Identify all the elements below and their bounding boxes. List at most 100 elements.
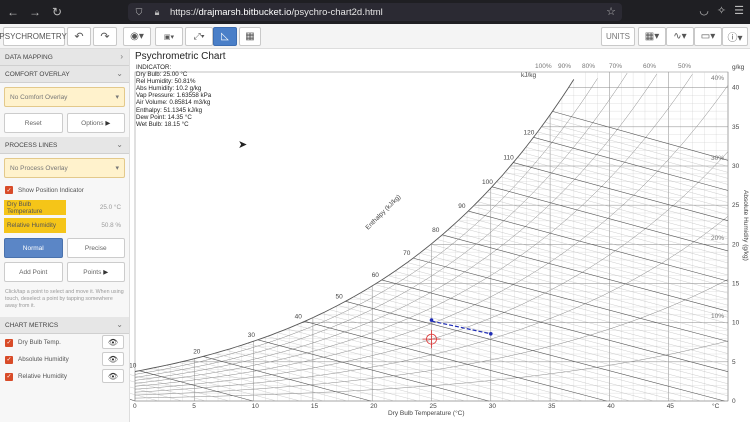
enthalpy-tick-label: 20 (193, 348, 201, 355)
metric-absolute-humidity[interactable]: ✓ Absolute Humidity 👁︎ (0, 351, 129, 368)
chevron-down-icon: ⌄ (116, 140, 123, 149)
x-tick-label: 10 (252, 403, 260, 410)
precise-button[interactable]: Precise (66, 238, 125, 258)
play-icon: ▶ (105, 120, 111, 127)
image-icon[interactable]: ▭▾ (694, 27, 722, 46)
eye-icon[interactable]: 👁︎ (102, 352, 124, 367)
eye-icon[interactable]: 👁︎ (102, 369, 124, 384)
x-unit-label: °C (712, 402, 720, 410)
rh-label: 40% (711, 75, 724, 82)
bookmark-star-icon[interactable]: ☆ (606, 5, 616, 18)
chevron-right-icon: › (120, 52, 123, 61)
x-axis-title: Dry Bulb Temperature (°C) (388, 409, 465, 417)
enthalpy-line (214, 353, 395, 402)
enthalpy-line (424, 248, 729, 330)
arrow-left-icon[interactable]: ← (4, 3, 22, 21)
x-tick-label: 35 (548, 403, 556, 410)
options-button[interactable]: Options ▶ (66, 113, 125, 133)
enthalpy-line (277, 332, 536, 402)
table-icon[interactable]: ▦ (239, 27, 261, 46)
enthalpy-tick-label: 120 (523, 129, 534, 136)
enthalpy-line (329, 309, 678, 402)
enthalpy-line (286, 328, 560, 402)
enthalpy-line (374, 284, 729, 378)
indicator-line: Dew Point: 14.35 °C (136, 113, 192, 121)
enthalpy-tick-label: 110 (503, 155, 514, 162)
address-bar[interactable]: ⛉ 🔒︎ https://drajmarsh.bitbucket.io/psyc… (128, 3, 622, 21)
enthalpy-line (487, 191, 729, 258)
x-tick-label: 5 (192, 403, 196, 410)
comfort-overlay-header[interactable]: COMFORT OVERLAY ⌄ (0, 66, 129, 83)
extensions-icon[interactable]: ✧ (717, 4, 726, 17)
undo-icon[interactable]: ↶ (67, 27, 91, 46)
enthalpy-line (552, 111, 729, 161)
pocket-icon[interactable]: ◡ (699, 4, 709, 17)
add-point-button[interactable]: Add Point (4, 262, 63, 282)
indicator-line: Air Volume: 0.85814 m3/kg (136, 99, 211, 107)
check-icon: ✓ (5, 355, 13, 364)
menu-icon[interactable]: ☰ (734, 4, 744, 17)
show-position-checkbox[interactable]: ✓ Show Position Indicator (0, 182, 129, 198)
grid-icon[interactable]: ▦▾ (638, 27, 666, 46)
x-tick-label: 15 (311, 403, 319, 410)
enthalpy-line (482, 196, 729, 264)
export-icon[interactable]: ▣▾ (155, 27, 183, 46)
enthalpy-line (496, 182, 729, 246)
eye-icon[interactable]: 👁︎ (102, 335, 124, 350)
chevron-down-icon: ▾ (115, 94, 119, 101)
y-unit-label: g/kg (732, 64, 745, 71)
chart-title: Psychrometric Chart (135, 51, 226, 62)
process-overlay-select[interactable]: No Process Overlay ▾ (4, 158, 125, 178)
process-lines-header[interactable]: PROCESS LINES ⌄ (0, 137, 129, 154)
play-icon: ▶ (103, 269, 109, 276)
mouse-cursor-icon: ➤ (238, 139, 248, 151)
rh-label: 80% (582, 63, 595, 70)
reset-button[interactable]: Reset (4, 113, 63, 133)
psychro-chart-icon[interactable]: ◺ (213, 27, 237, 46)
browser-toolbar: ← → ↻ ⛉ 🔒︎ https://drajmarsh.bitbucket.i… (0, 0, 750, 24)
process-point (429, 318, 434, 322)
redo-icon[interactable]: ↷ (93, 27, 117, 46)
chart-metrics-header[interactable]: CHART METRICS ⌄ (0, 317, 129, 335)
line-chart-icon[interactable]: ∿▾ (666, 27, 694, 46)
enthalpy-line (491, 186, 729, 252)
info-icon[interactable]: ⓘ▾ (722, 27, 748, 46)
units-button[interactable]: UNITS (601, 27, 635, 46)
points-button[interactable]: Points ▶ (66, 262, 125, 282)
globe-icon[interactable]: ◉▾ (123, 27, 151, 46)
relative-humidity-field[interactable]: Relative Humidity 50.8 % (4, 217, 125, 234)
psychrometric-chart[interactable]: 0 5 10 15 20 25 30 35 40 45 °C Dry Bulb Temperature… (130, 49, 750, 422)
sidebar: DATA MAPPING › COMFORT OVERLAY ⌄ No Comfor… (0, 49, 130, 422)
enthalpy-line (521, 152, 729, 209)
enthalpy-tick-label: 40 (295, 313, 303, 320)
enthalpy-tick-label: 50 (336, 293, 344, 300)
reload-icon[interactable]: ↻ (48, 3, 66, 21)
metric-relative-humidity[interactable]: ✓ Relative Humidity 👁︎ (0, 368, 129, 385)
indicator-line: Abs Humidity: 10.2 g/kg (136, 85, 202, 93)
normal-button[interactable]: Normal (4, 238, 63, 258)
data-mapping-header[interactable]: DATA MAPPING › (0, 49, 129, 66)
rh-label: 70% (609, 63, 622, 70)
x-tick-label: 45 (667, 403, 675, 410)
metric-dry-bulb[interactable]: ✓ Dry Bulb Temp. 👁︎ (0, 334, 129, 351)
rh-label: 50% (678, 63, 691, 70)
chart-style-icon[interactable]: ⤢▾ (185, 27, 213, 46)
enthalpy-line (544, 122, 729, 173)
x-tick-label: 0 (133, 403, 137, 410)
shield-icon: ⛉ (135, 6, 143, 17)
comfort-overlay-select[interactable]: No Comfort Overlay ▾ (4, 87, 125, 107)
enthalpy-line (509, 167, 729, 227)
indicator-panel: INDICATOR: Dry Bulb: 25.00 °C Rel Humidity… (136, 64, 211, 128)
x-tick-label: 25 (430, 403, 438, 410)
enthalpy-line (525, 147, 729, 203)
app-toolbar: PSYCHROMETRY: ↶ ↷ ◉▾ ▣▾ ⤢▾ ◺ ▦ UNITS ▦▾ … (0, 24, 750, 49)
enthalpy-line (430, 244, 729, 324)
arrow-right-icon[interactable]: → (26, 3, 44, 21)
enthalpy-line (130, 398, 136, 402)
psychrometry-button[interactable]: PSYCHROMETRY: (0, 27, 69, 46)
indicator-line: Dry Bulb: 25.00 °C (136, 71, 188, 79)
enthalpy-tick-label: 60 (372, 272, 380, 279)
dry-bulb-field[interactable]: Dry Bulb Temperature 25.0 °C (4, 199, 125, 216)
indicator-line: Rel Humidity: 50.81% (136, 78, 196, 86)
enthalpy-tick-label: 70 (403, 250, 411, 257)
